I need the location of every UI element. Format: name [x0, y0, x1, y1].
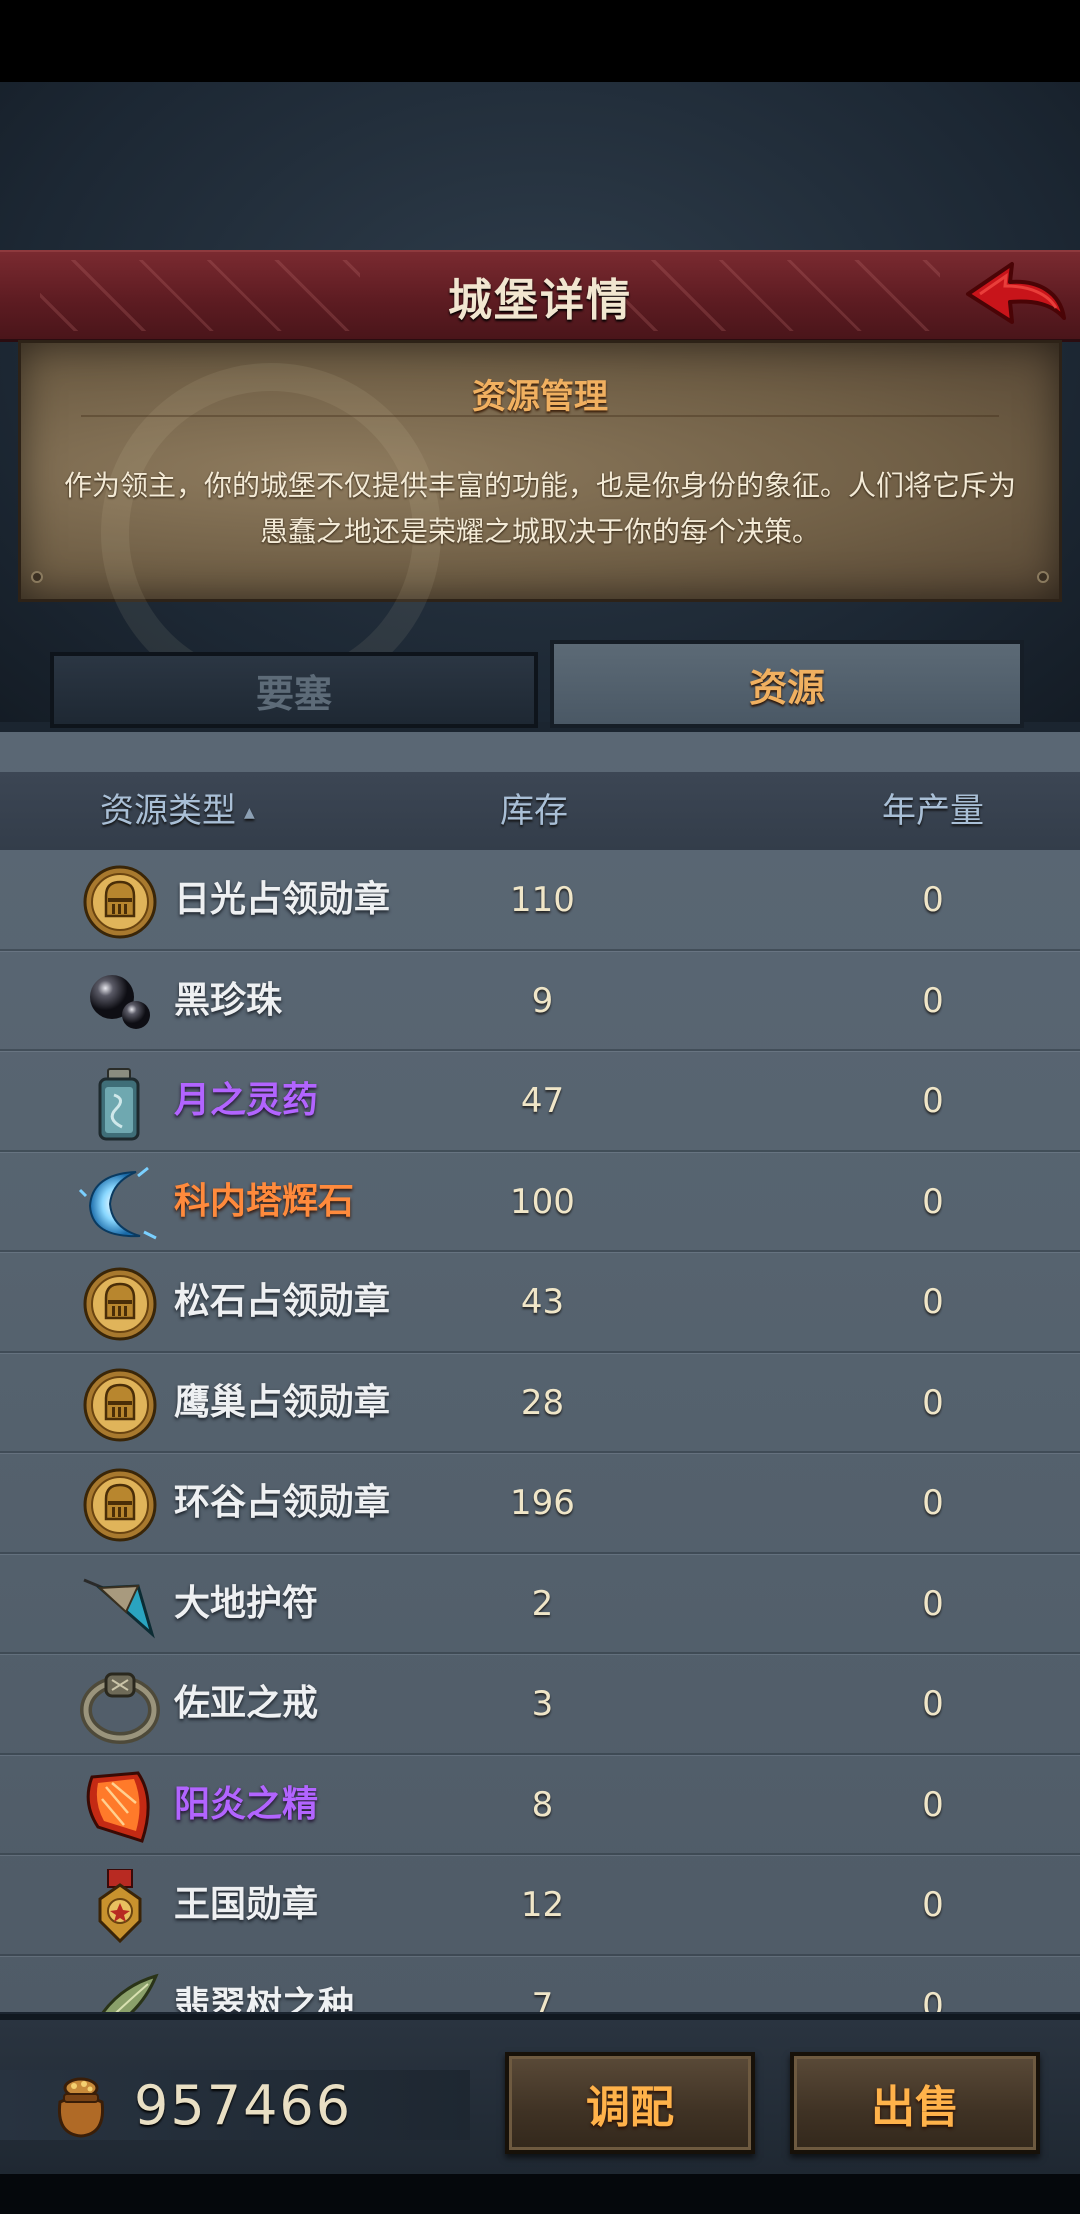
crescent-stone-icon [78, 1166, 162, 1242]
item-yield: 0 [922, 1985, 944, 2013]
item-stock: 100 [510, 1181, 575, 1222]
sell-button[interactable]: 出售 [790, 2052, 1040, 2154]
list-item[interactable]: 环谷占领勋章 196 0 [0, 1453, 1080, 1554]
title-banner: 城堡详情 [0, 250, 1080, 342]
item-stock: 43 [520, 1282, 565, 1322]
info-heading: 资源管理 [472, 377, 608, 417]
divider [81, 415, 999, 417]
item-yield: 0 [922, 1081, 944, 1121]
resource-table[interactable]: 资源类型 ▲ 库存 年产量 日光占领勋章 110 0 黑珍珠 9 0 月之灵药 47 0 科内塔辉石… [0, 732, 1080, 2012]
list-item[interactable]: 日光占领勋章 110 0 [0, 850, 1080, 951]
item-yield: 0 [922, 1784, 944, 1825]
item-yield: 0 [922, 1483, 944, 1523]
list-item[interactable]: 黑珍珠 9 0 [0, 951, 1080, 1052]
black-pearl-icon [78, 965, 162, 1041]
resource-list: 日光占领勋章 110 0 黑珍珠 9 0 月之灵药 47 0 科内塔辉石 100 0 松石占领勋章 43 0… [0, 850, 1080, 2012]
item-name: 鹰巢占领勋章 [174, 1381, 391, 1423]
item-stock: 110 [510, 880, 575, 920]
tab-fortress[interactable]: 要塞 [50, 652, 538, 728]
helmet-medal-icon [78, 1266, 162, 1342]
item-name: 王国勋章 [174, 1884, 319, 1925]
leaf-seed-icon [78, 1970, 162, 2012]
list-item[interactable]: 鹰巢占领勋章 28 0 [0, 1353, 1080, 1454]
column-header-yield[interactable]: 年产量 [882, 772, 984, 850]
sort-triangle-icon: ▲ [244, 804, 255, 821]
kingdom-medal-icon [78, 1868, 162, 1945]
item-stock: 2 [531, 1583, 554, 1624]
item-name: 大地护符 [174, 1582, 319, 1624]
item-name: 黑珍珠 [174, 979, 283, 1021]
column-header-type-label: 资源类型 [100, 791, 236, 831]
info-description: 作为领主，你的城堡不仅提供丰富的功能，也是你身份的象征。人们将它斥为愚蠢之地还是… [63, 469, 1016, 548]
item-stock: 9 [531, 980, 554, 1021]
earth-amulet-icon [78, 1568, 162, 1644]
back-arrow-icon[interactable] [960, 256, 1070, 338]
list-item[interactable]: 科内塔辉石 100 0 [0, 1152, 1080, 1253]
item-name: 科内塔辉石 [174, 1180, 355, 1222]
list-item[interactable]: 王国勋章 12 0 [0, 1855, 1080, 1956]
item-stock: 8 [531, 1784, 554, 1825]
item-stock: 196 [510, 1483, 575, 1523]
adjust-button[interactable]: 调配 [505, 2052, 755, 2154]
item-yield: 0 [922, 1282, 944, 1322]
tab-resources[interactable]: 资源 [550, 640, 1024, 728]
rivet-icon [31, 571, 43, 583]
list-item[interactable]: 松石占领勋章 43 0 [0, 1252, 1080, 1353]
gold-sack-icon [57, 2077, 105, 2138]
item-stock: 28 [520, 1382, 565, 1423]
helmet-medal-icon [78, 864, 162, 940]
item-yield: 0 [922, 980, 944, 1021]
item-yield: 0 [922, 1181, 944, 1222]
item-name: 环谷占领勋章 [174, 1482, 391, 1523]
helmet-medal-icon [78, 1467, 162, 1543]
list-item[interactable]: 大地护符 2 0 [0, 1554, 1080, 1655]
item-stock: 3 [531, 1684, 554, 1724]
status-bar [0, 0, 1080, 82]
potion-flask-icon [78, 1065, 162, 1141]
item-name: 翡翠树之种 [174, 1984, 355, 2013]
item-yield: 0 [922, 1885, 944, 1925]
item-yield: 0 [922, 1684, 944, 1724]
item-yield: 0 [922, 880, 944, 920]
flame-essence-icon [78, 1769, 162, 1845]
item-stock: 7 [531, 1985, 554, 2013]
system-nav-bar [0, 2174, 1080, 2214]
helmet-medal-icon [78, 1367, 162, 1443]
column-header-type[interactable]: 资源类型 ▲ [100, 772, 255, 850]
item-name: 佐亚之戒 [174, 1683, 319, 1724]
column-header-stock[interactable]: 库存 [500, 772, 568, 850]
rivet-icon [1037, 571, 1049, 583]
item-name: 月之灵药 [174, 1080, 319, 1121]
item-stock: 47 [520, 1081, 565, 1121]
tab-bar: 要塞 资源 [0, 640, 1080, 736]
gold-amount: 957466 [134, 2074, 353, 2137]
item-name: 阳炎之精 [174, 1783, 319, 1825]
page-title: 城堡详情 [448, 274, 632, 326]
list-item[interactable]: 阳炎之精 8 0 [0, 1755, 1080, 1856]
info-panel: 资源管理 作为领主，你的城堡不仅提供丰富的功能，也是你身份的象征。人们将它斥为愚… [18, 340, 1062, 703]
item-yield: 0 [922, 1583, 944, 1624]
item-yield: 0 [922, 1382, 944, 1423]
list-item[interactable]: 佐亚之戒 3 0 [0, 1654, 1080, 1755]
item-name: 松石占领勋章 [174, 1281, 391, 1322]
list-item[interactable]: 翡翠树之种 7 0 [0, 1956, 1080, 2013]
item-name: 日光占领勋章 [174, 879, 391, 920]
item-stock: 12 [520, 1885, 565, 1925]
list-item[interactable]: 月之灵药 47 0 [0, 1051, 1080, 1152]
bottom-bar: 957466 调配 出售 [0, 2014, 1080, 2174]
table-header: 资源类型 ▲ 库存 年产量 [0, 772, 1080, 850]
ring-icon [78, 1668, 162, 1744]
